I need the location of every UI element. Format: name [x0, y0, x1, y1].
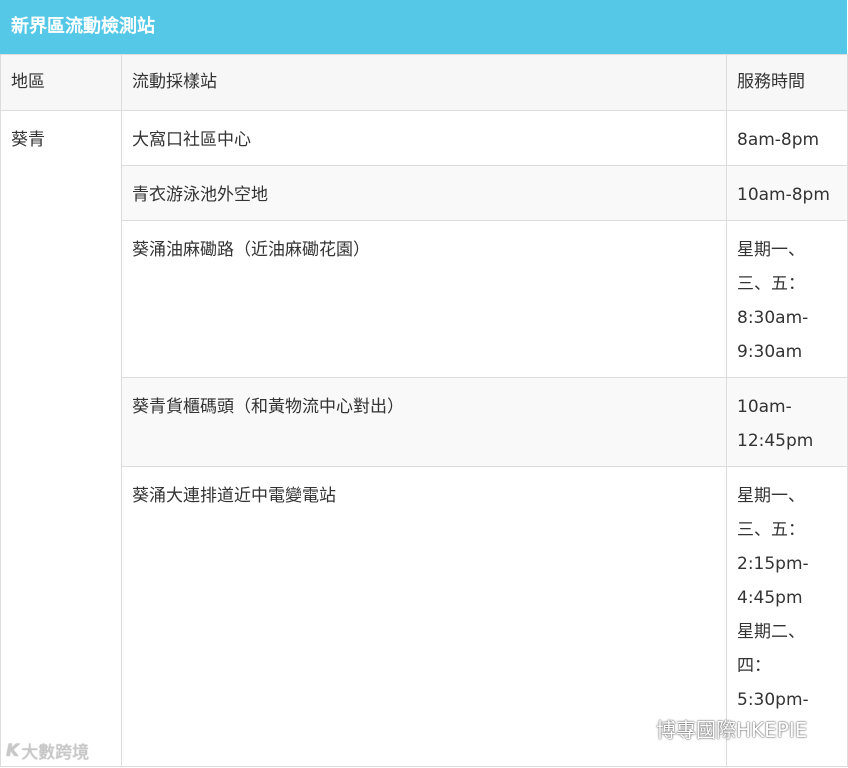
site-cell: 葵青貨櫃碼頭（和黃物流中心對出）	[121, 377, 727, 467]
wechat-icon	[618, 716, 648, 742]
watermark-right: 博專國際HKEPIE	[618, 714, 807, 743]
header-area: 地區	[0, 54, 122, 111]
hours-cell: 8am-8pm	[726, 110, 848, 166]
table-row: 葵青 大窩口社區中心 8am-8pm	[0, 110, 848, 767]
hours-line: 5:30pm-	[737, 690, 809, 710]
hours-line: 9:30am	[737, 342, 803, 362]
hours-line: 2:15pm-	[737, 554, 809, 574]
page-title: 新界區流動檢測站	[0, 0, 847, 54]
schedule-table: 地區 流動採樣站 服務時間 葵青 大窩口社區中心 8am-8pm 青衣游泳池外空…	[0, 54, 848, 767]
site-cell: 葵涌油麻磡路（近油麻磡花園）	[121, 220, 727, 378]
site-cell: 大窩口社區中心	[121, 110, 727, 166]
hours-line: 12:45pm	[737, 431, 814, 451]
hours-line: 四：	[737, 656, 771, 676]
hours-line: 星期二、	[737, 622, 805, 642]
hours-line: 10am-	[737, 397, 792, 417]
table-row: 葵青貨櫃碼頭（和黃物流中心對出） 10am- 12:45pm	[1, 377, 848, 467]
watermark-right-text: 博專國際HKEPIE	[656, 718, 808, 742]
hours-line: 星期一、	[737, 486, 805, 506]
hours-line: 8am-8pm	[737, 130, 820, 150]
watermark-left-text: 大數跨境	[21, 743, 90, 763]
table-row: 青衣游泳池外空地 10am-8pm	[1, 165, 848, 221]
brand-logo-icon: K	[6, 740, 20, 761]
hours-cell: 星期一、 三、五： 8:30am- 9:30am	[726, 220, 848, 378]
hours-line: 三、五：	[737, 520, 805, 540]
header-site: 流動採樣站	[121, 54, 727, 111]
watermark-left: K 大數跨境	[6, 738, 90, 764]
hours-cell: 10am- 12:45pm	[726, 377, 848, 467]
header-hours: 服務時間	[726, 54, 848, 111]
hours-line: 4:45pm	[737, 588, 803, 608]
page: 新界區流動檢測站 地區 流動採樣站 服務時間 葵青 大窩口社區中心 8am-8p…	[0, 0, 848, 768]
table-row: 葵涌油麻磡路（近油麻磡花園） 星期一、 三、五： 8:30am- 9:30am	[1, 220, 848, 378]
hours-line: 8:30am-	[737, 308, 809, 328]
hours-cell: 10am-8pm	[726, 165, 848, 221]
hours-line: 三、五：	[737, 274, 805, 294]
area-cell: 葵青	[0, 110, 122, 767]
table-header-row: 地區 流動採樣站 服務時間	[0, 54, 848, 111]
hours-line: 星期一、	[737, 240, 805, 260]
hours-line: 10am-8pm	[737, 185, 830, 205]
site-cell: 青衣游泳池外空地	[121, 165, 727, 221]
